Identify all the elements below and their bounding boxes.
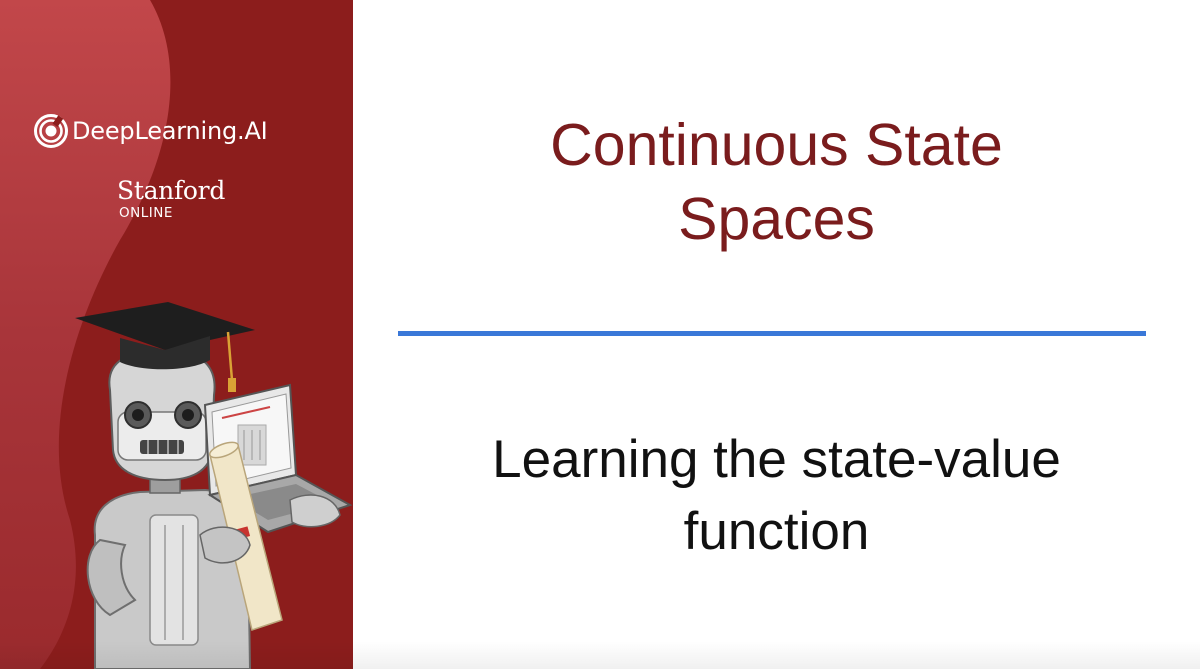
stanford-wordmark: Stanford <box>117 176 226 205</box>
slide-title: Continuous State Spaces <box>353 108 1200 256</box>
deeplearning-swirl-icon <box>34 114 68 148</box>
slide-subtitle: Learning the state-value function <box>353 424 1200 568</box>
video-bottom-shade <box>0 641 1200 669</box>
stanford-online-label: ONLINE <box>119 205 173 221</box>
slide-subtitle-line-2: function <box>683 502 870 561</box>
slide-title-line-2: Spaces <box>678 186 875 252</box>
robot-mascot-illustration <box>75 302 353 669</box>
lecture-slide: DeepLearning.AI Stanford ONLINE Continuo… <box>0 0 1200 669</box>
slide-title-line-1: Continuous State <box>550 112 1003 178</box>
slide-content: Continuous State Spaces Learning the sta… <box>353 0 1200 669</box>
stanford-online-logo: Stanford ONLINE <box>117 176 225 221</box>
brand-sidebar: DeepLearning.AI Stanford ONLINE <box>0 0 353 669</box>
title-divider <box>398 331 1146 336</box>
deeplearning-logo-text: DeepLearning.AI <box>72 117 268 145</box>
deeplearning-ai-logo: DeepLearning.AI <box>34 111 268 151</box>
slide-subtitle-line-1: Learning the state-value <box>492 430 1061 489</box>
